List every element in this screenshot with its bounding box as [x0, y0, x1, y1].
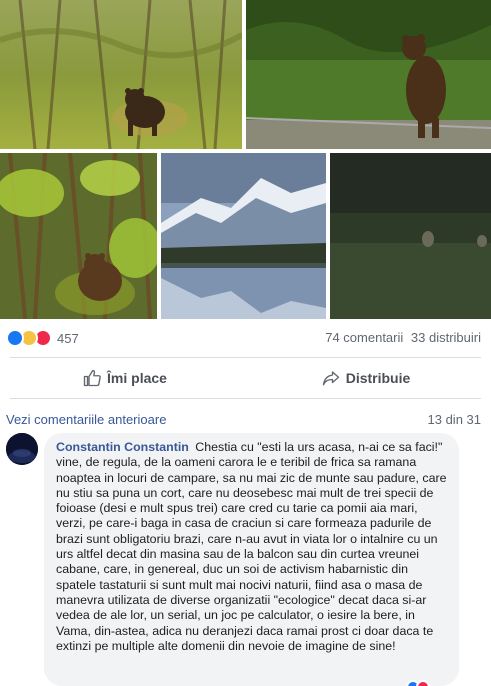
share-button-label: Distribuie [345, 370, 411, 386]
photo-night-camera[interactable] [330, 153, 491, 319]
share-button[interactable]: Distribuie [251, 358, 481, 398]
comment-reactions[interactable] [406, 680, 430, 686]
photo-bear-in-forest[interactable] [0, 0, 242, 149]
reaction-count[interactable]: 457 [57, 331, 79, 346]
reaction-summary[interactable]: 457 [6, 329, 79, 347]
comment-author-link[interactable]: Constantin Constantin [56, 440, 189, 454]
engagement-counts: 74 comentarii 33 distribuiri [321, 330, 481, 345]
photo-grid [0, 0, 491, 319]
photo-bear-standing[interactable] [246, 0, 491, 149]
comments-counter: 13 din 31 [427, 412, 482, 427]
share-count-link[interactable]: 33 distribuiri [411, 330, 481, 345]
avatar[interactable] [6, 433, 38, 465]
thumbs-up-icon [83, 369, 101, 387]
reaction-stats: 457 74 comentarii 33 distribuiri [0, 327, 491, 351]
photo-mountains-lake[interactable] [161, 153, 326, 319]
comment-text: Chestia cu "esti la urs acasa, n-ai ce s… [56, 440, 447, 653]
view-previous-comments-link[interactable]: Vezi comentariile anterioare [6, 412, 166, 427]
divider [10, 398, 481, 399]
share-arrow-icon [322, 371, 339, 386]
like-button-label: Îmi place [107, 370, 167, 386]
photo-bear-behind-leaves[interactable] [0, 153, 157, 319]
like-reaction-icon [6, 329, 24, 347]
action-bar: Îmi place Distribuie [0, 358, 491, 398]
comment-bubble: Constantin Constantin Chestia cu "esti l… [44, 433, 459, 686]
like-button[interactable]: Îmi place [10, 358, 240, 398]
comment-count-link[interactable]: 74 comentarii [325, 330, 403, 345]
